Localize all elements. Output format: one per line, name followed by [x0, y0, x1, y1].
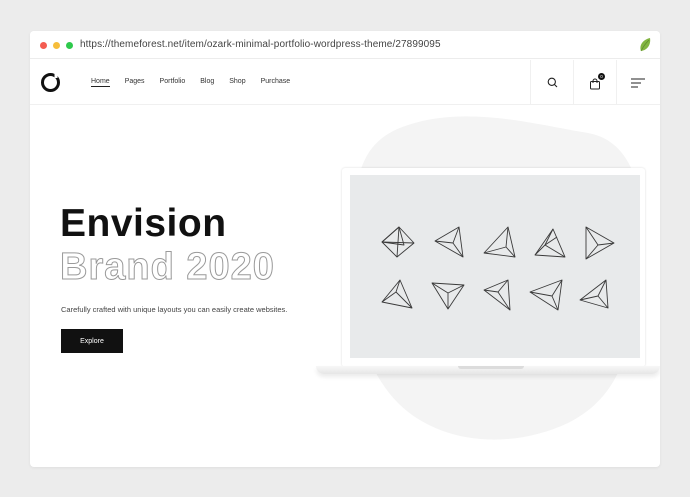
menu-item-purchase[interactable]: Purchase [261, 78, 291, 87]
geometric-pyramid-icon [483, 226, 516, 258]
hero-subtitle: Brand 2020 [60, 246, 275, 288]
geometric-pyramid-icon [431, 282, 465, 310]
laptop-screen-frame [342, 168, 645, 367]
geometric-pyramid-icon [381, 279, 413, 309]
main-menu: Home Pages Portfolio Blog Shop Purchase [91, 78, 305, 87]
minimize-window-dot[interactable] [53, 42, 60, 49]
laptop-notch [458, 366, 524, 369]
geometric-pyramid-icon [585, 226, 615, 260]
menu-item-pages[interactable]: Pages [125, 78, 145, 87]
menu-item-shop[interactable]: Shop [229, 78, 245, 87]
url-text[interactable]: https://themeforest.net/item/ozark-minim… [80, 39, 441, 50]
geometric-pyramid-icon [529, 279, 563, 311]
maximize-window-dot[interactable] [66, 42, 73, 49]
hero-description: Carefully crafted with unique layouts yo… [61, 305, 288, 314]
menu-item-home[interactable]: Home [91, 78, 110, 87]
laptop-mockup [316, 168, 660, 378]
search-button[interactable] [530, 60, 573, 105]
geometric-pyramid-icon [381, 226, 415, 258]
cart-count-badge: 0 [598, 72, 605, 80]
geometric-pyramid-icon [534, 228, 566, 258]
explore-button[interactable]: Explore [61, 329, 123, 353]
menu-item-blog[interactable]: Blog [200, 78, 214, 87]
menu-icon [631, 78, 645, 87]
browser-url-bar: https://themeforest.net/item/ozark-minim… [30, 31, 660, 59]
search-icon [547, 77, 557, 88]
menu-toggle-button[interactable] [616, 60, 659, 105]
geometric-pyramid-icon [483, 279, 511, 311]
close-window-dot[interactable] [40, 42, 47, 49]
geometric-pyramid-icon [579, 279, 609, 309]
geometric-pyramid-icon [434, 226, 464, 258]
site-header: Home Pages Portfolio Blog Shop Purchase … [30, 60, 660, 105]
logo-icon[interactable] [40, 72, 61, 93]
hero-title: Envision [60, 202, 227, 245]
laptop-screen [350, 175, 640, 358]
cart-button[interactable]: 0 [573, 60, 616, 105]
envato-leaf-icon [640, 38, 651, 52]
browser-window: https://themeforest.net/item/ozark-minim… [30, 31, 660, 467]
menu-item-portfolio[interactable]: Portfolio [160, 78, 186, 87]
